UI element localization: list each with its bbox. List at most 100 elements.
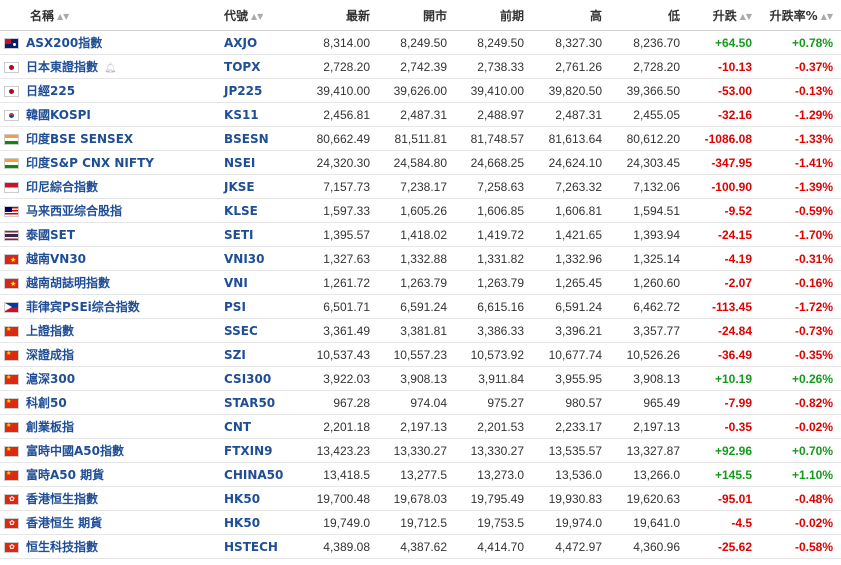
flag-icon-cell bbox=[0, 126, 22, 151]
index-name-cell: 香港恒生 期貨 bbox=[22, 510, 217, 535]
code-link[interactable]: SZI bbox=[224, 348, 246, 362]
index-name-link[interactable]: 马来西亚综合股指 bbox=[26, 204, 122, 218]
index-name-link[interactable]: 富時A50 期貨 bbox=[26, 468, 104, 482]
change-cell: -95.01 bbox=[688, 486, 761, 511]
index-name-link[interactable]: 印度S&P CNX NIFTY bbox=[26, 156, 154, 170]
code-link[interactable]: TOPX bbox=[224, 60, 260, 74]
flag-cn-icon: ★ bbox=[4, 348, 19, 362]
index-name-link[interactable]: 越南VN30 bbox=[26, 252, 86, 266]
low-cell: 1,260.60 bbox=[610, 270, 689, 295]
table-row: ★ 科創50 STAR50 967.28 974.04 975.27 980.57 965.4… bbox=[0, 390, 841, 415]
code-link[interactable]: VNI30 bbox=[224, 252, 265, 266]
high-cell: 1,265.45 bbox=[532, 270, 611, 295]
table-row: ✿ 恒生科技指數 HSTECH 4,389.08 4,387.62 4,414.70 4,4… bbox=[0, 534, 841, 559]
flag-cn-icon: ★ bbox=[4, 420, 19, 434]
change-pct-cell: -0.16% bbox=[760, 270, 841, 295]
index-name-cell: 印度S&P CNX NIFTY bbox=[22, 150, 217, 175]
index-name-link[interactable]: 香港恒生 期貨 bbox=[26, 516, 102, 530]
table-row: 印尼綜合指數 JKSE 7,157.73 7,238.17 7,258.63 7,263.… bbox=[0, 174, 841, 199]
header-code[interactable]: 代號 ▲▼ bbox=[216, 0, 301, 31]
high-cell: 13,535.57 bbox=[532, 438, 611, 463]
change-cell: -0.35 bbox=[688, 414, 761, 439]
low-cell: 2,728.20 bbox=[610, 54, 689, 79]
bell-icon[interactable]: 🔔︎ bbox=[104, 63, 117, 74]
index-name-link[interactable]: 越南胡誌明指數 bbox=[26, 276, 110, 290]
code-cell: PSI bbox=[216, 294, 301, 319]
index-name-cell: 印尼綜合指數 bbox=[22, 174, 217, 199]
table-row: ASX200指數 AXJO 8,314.00 8,249.50 8,249.50 8,32… bbox=[0, 30, 841, 55]
index-name-link[interactable]: 印尼綜合指數 bbox=[26, 180, 98, 194]
open-cell: 6,591.24 bbox=[378, 294, 456, 319]
index-name-link[interactable]: 滬深300 bbox=[26, 372, 75, 386]
index-name-link[interactable]: 菲律宾PSEi综合指数 bbox=[26, 300, 140, 314]
code-link[interactable]: BSESN bbox=[224, 132, 269, 146]
last-cell: 2,728.20 bbox=[300, 54, 379, 79]
code-cell: CNT bbox=[216, 414, 301, 439]
code-link[interactable]: CSI300 bbox=[224, 372, 271, 386]
header-name[interactable]: 名稱 ▲▼ bbox=[0, 0, 217, 31]
code-link[interactable]: KS11 bbox=[224, 108, 259, 122]
flag-hk-icon: ✿ bbox=[4, 516, 19, 530]
code-cell: VNI30 bbox=[216, 246, 301, 271]
table-row: 印度S&P CNX NIFTY NSEI 24,320.30 24,584.80 24,… bbox=[0, 150, 841, 175]
index-name-link[interactable]: ASX200指數 bbox=[26, 36, 102, 50]
table-row: 日經225 JP225 39,410.00 39,626.00 39,410.00 39,… bbox=[0, 78, 841, 103]
code-cell: NSEI bbox=[216, 150, 301, 175]
code-link[interactable]: VNI bbox=[224, 276, 248, 290]
code-link[interactable]: FTXIN9 bbox=[224, 444, 273, 458]
index-name-link[interactable]: 泰國SET bbox=[26, 228, 75, 242]
index-name-link[interactable]: 上證指數 bbox=[26, 324, 74, 338]
change-pct-cell: -1.72% bbox=[760, 294, 841, 319]
code-link[interactable]: AXJO bbox=[224, 36, 257, 50]
code-link[interactable]: HK50 bbox=[224, 492, 260, 506]
low-cell: 3,357.77 bbox=[610, 318, 689, 343]
table-row: 菲律宾PSEi综合指数 PSI 6,501.71 6,591.24 6,615.16 6,… bbox=[0, 294, 841, 319]
header-high[interactable]: 高 bbox=[532, 0, 611, 31]
index-name-link[interactable]: 富時中國A50指數 bbox=[26, 444, 124, 458]
sort-icon: ▲▼ bbox=[739, 11, 753, 21]
code-link[interactable]: CNT bbox=[224, 420, 251, 434]
index-name-link[interactable]: 日經225 bbox=[26, 84, 75, 98]
index-name-link[interactable]: 印度BSE SENSEX bbox=[26, 132, 133, 146]
code-link[interactable]: KLSE bbox=[224, 204, 258, 218]
index-name-link[interactable]: 日本東證指數 bbox=[26, 60, 98, 74]
index-name-cell: 恒生科技指數 bbox=[22, 534, 217, 559]
last-cell: 2,456.81 bbox=[300, 102, 379, 127]
header-change-pct-label: 升跌率% bbox=[769, 8, 818, 23]
low-cell: 4,360.96 bbox=[610, 534, 689, 559]
last-cell: 8,314.00 bbox=[300, 30, 379, 55]
code-link[interactable]: JKSE bbox=[224, 180, 255, 194]
index-name-link[interactable]: 香港恒生指數 bbox=[26, 492, 98, 506]
low-cell: 13,327.87 bbox=[610, 438, 689, 463]
change-pct-cell: -1.33% bbox=[760, 126, 841, 151]
prev-cell: 2,488.97 bbox=[455, 102, 533, 127]
header-last[interactable]: 最新 bbox=[300, 0, 379, 31]
change-pct-cell: -0.02% bbox=[760, 510, 841, 535]
code-cell: TOPX bbox=[216, 54, 301, 79]
code-link[interactable]: NSEI bbox=[224, 156, 255, 170]
header-prev[interactable]: 前期 bbox=[455, 0, 533, 31]
last-cell: 1,597.33 bbox=[300, 198, 379, 223]
header-change[interactable]: 升跌 ▲▼ bbox=[688, 0, 761, 31]
index-name-link[interactable]: 創業板指 bbox=[26, 420, 74, 434]
code-link[interactable]: PSI bbox=[224, 300, 246, 314]
code-link[interactable]: CHINA50 bbox=[224, 468, 283, 482]
code-link[interactable]: SETI bbox=[224, 228, 254, 242]
header-change-pct[interactable]: 升跌率% ▲▼ bbox=[760, 0, 841, 31]
index-name-link[interactable]: 恒生科技指數 bbox=[26, 540, 98, 554]
index-name-link[interactable]: 科創50 bbox=[26, 396, 67, 410]
index-name-link[interactable]: 深證成指 bbox=[26, 348, 74, 362]
change-pct-cell: -0.59% bbox=[760, 198, 841, 223]
flag-icon-cell: ✿ bbox=[0, 486, 22, 511]
change-pct-cell: +0.26% bbox=[760, 366, 841, 391]
code-link[interactable]: HK50 bbox=[224, 516, 260, 530]
last-cell: 39,410.00 bbox=[300, 78, 379, 103]
code-link[interactable]: STAR50 bbox=[224, 396, 275, 410]
last-cell: 13,418.5 bbox=[300, 462, 379, 487]
code-link[interactable]: HSTECH bbox=[224, 540, 278, 554]
index-name-link[interactable]: 韓國KOSPI bbox=[26, 108, 91, 122]
code-link[interactable]: SSEC bbox=[224, 324, 258, 338]
code-link[interactable]: JP225 bbox=[224, 84, 262, 98]
header-open[interactable]: 開市 bbox=[378, 0, 456, 31]
header-low[interactable]: 低 bbox=[610, 0, 689, 31]
